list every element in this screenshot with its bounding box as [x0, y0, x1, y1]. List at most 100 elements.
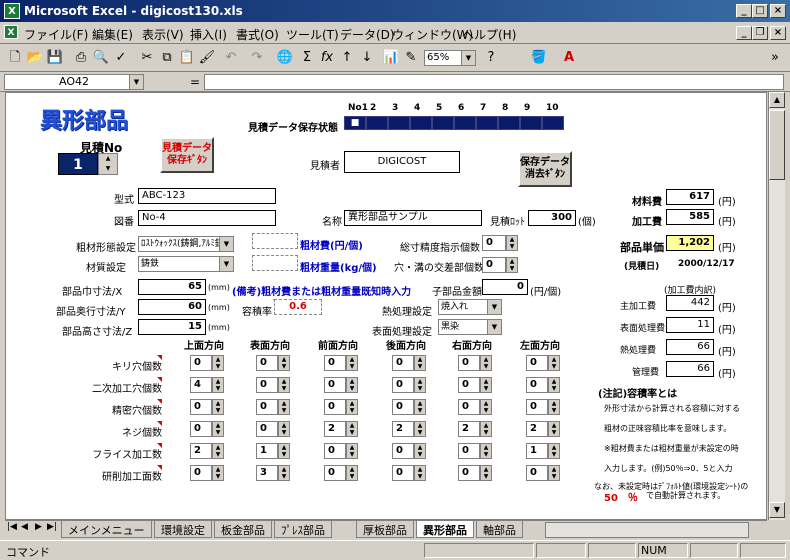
count-spinner[interactable]: ▲ ▼ [278, 377, 290, 393]
help-icon[interactable]: ? [482, 49, 500, 67]
menu-view[interactable]: 表示(V) [142, 26, 184, 43]
menu-file[interactable]: ファイル(F) [24, 26, 88, 43]
raw-weight-field[interactable] [252, 255, 298, 271]
count-spinner[interactable]: ▲ ▼ [548, 443, 560, 459]
count-spinner[interactable]: ▲ ▼ [548, 377, 560, 393]
count-spinner[interactable]: ▲ ▼ [414, 377, 426, 393]
spin-down-icon[interactable]: ▼ [549, 473, 559, 480]
count-spinner[interactable]: ▲ ▼ [212, 355, 224, 371]
part-name-field[interactable]: 異形部品サンプル [344, 210, 482, 226]
tab-prev-icon[interactable]: ◀ [21, 522, 28, 532]
spin-up-icon[interactable]: ▲ [415, 444, 425, 451]
slot-cell[interactable] [432, 116, 454, 130]
spin-up-icon[interactable]: ▲ [549, 400, 559, 407]
count-field[interactable]: 2 [526, 421, 548, 437]
spin-up-icon[interactable]: ▲ [279, 356, 289, 363]
count-spinner[interactable]: ▲ ▼ [346, 399, 358, 415]
paste-icon[interactable]: 📋 [178, 49, 196, 67]
menu-data[interactable]: データ(D) [340, 26, 395, 43]
spin-down-icon[interactable]: ▼ [279, 451, 289, 458]
count-field[interactable]: 0 [190, 355, 212, 371]
horizontal-scrollbar[interactable] [545, 522, 749, 538]
count-field[interactable]: 2 [392, 421, 414, 437]
spin-down-icon[interactable]: ▼ [347, 407, 357, 414]
spin-up-icon[interactable]: ▲ [347, 400, 357, 407]
count-spinner[interactable]: ▲ ▼ [278, 443, 290, 459]
size-x-field[interactable]: 65 [138, 279, 206, 295]
worksheet[interactable]: 異形部品 見積データ保存状態 No1 ■ 2 3 4 5 6 7 8 9 10 見積No 1 ▲ ▼ … [5, 92, 767, 520]
count-field[interactable]: 0 [190, 399, 212, 415]
spin-up-icon[interactable]: ▲ [279, 422, 289, 429]
hyperlink-icon[interactable]: 🌐 [276, 49, 294, 67]
count-field[interactable]: 0 [190, 421, 212, 437]
count-spinner[interactable]: ▲ ▼ [480, 421, 492, 437]
count-spinner[interactable]: ▲ ▼ [346, 443, 358, 459]
count-spinner[interactable]: ▲ ▼ [212, 421, 224, 437]
cut-icon[interactable]: ✂ [138, 49, 156, 67]
spin-down-icon[interactable]: ▼ [347, 473, 357, 480]
spin-up-icon[interactable]: ▲ [415, 400, 425, 407]
count-spinner[interactable]: ▲ ▼ [278, 421, 290, 437]
slot-cell[interactable] [542, 116, 564, 130]
toolbar-more-icon[interactable]: » [766, 49, 784, 67]
spin-down-icon[interactable]: ▼ [415, 363, 425, 370]
count-field[interactable]: 0 [324, 355, 346, 371]
count-spinner[interactable]: ▲ ▼ [346, 355, 358, 371]
material-select[interactable]: 鋳鉄 ▼ [138, 256, 234, 272]
save-icon[interactable]: 💾 [46, 49, 64, 67]
spin-down-icon[interactable]: ▼ [415, 473, 425, 480]
count-field[interactable]: 0 [256, 399, 278, 415]
spin-down-icon[interactable]: ▼ [415, 407, 425, 414]
name-box[interactable]: AO42 ▼ [4, 74, 144, 90]
spin-up-icon[interactable]: ▲ [415, 356, 425, 363]
count-spinner[interactable]: ▲ ▼ [346, 465, 358, 481]
close-button[interactable]: × [770, 4, 786, 18]
slot-cell[interactable]: ■ [344, 116, 366, 130]
count-field[interactable]: 0 [256, 421, 278, 437]
spin-up-icon[interactable]: ▲ [415, 378, 425, 385]
save-estimate-button[interactable]: 見積データ 保存ｷﾞﾀﾝ [160, 137, 214, 173]
menu-edit[interactable]: 編集(E) [92, 26, 133, 43]
raw-cost-field[interactable] [252, 233, 298, 249]
spin-up-icon[interactable]: ▲ [549, 422, 559, 429]
spin-up-icon[interactable]: ▲ [279, 444, 289, 451]
spin-down-icon[interactable]: ▼ [279, 473, 289, 480]
spin-down-icon[interactable]: ▼ [415, 429, 425, 436]
count-spinner[interactable]: ▲ ▼ [548, 465, 560, 481]
spin-down-icon[interactable]: ▼ [481, 385, 491, 392]
spin-up-icon[interactable]: ▲ [213, 356, 223, 363]
formula-input[interactable] [204, 74, 784, 90]
tab-5[interactable]: 異形部品 [416, 521, 474, 538]
estimator-field[interactable]: DIGICOST [344, 151, 460, 173]
menu-format[interactable]: 書式(O) [236, 26, 279, 43]
count-field[interactable]: 4 [190, 377, 212, 393]
spin-up-icon[interactable]: ▲ [481, 444, 491, 451]
count-spinner[interactable]: ▲ ▼ [480, 355, 492, 371]
document-icon[interactable]: X [4, 25, 18, 39]
slot-cell[interactable] [520, 116, 542, 130]
count-spinner[interactable]: ▲ ▼ [212, 377, 224, 393]
slot-cell[interactable] [410, 116, 432, 130]
undo-icon[interactable]: ↶ [222, 49, 240, 67]
count-field[interactable]: 0 [526, 377, 548, 393]
precision-count-spinner[interactable]: ▲ ▼ [506, 235, 518, 251]
sort-ascending-icon[interactable]: ↑ [338, 49, 356, 67]
spin-down-icon[interactable]: ▼ [549, 363, 559, 370]
spin-down-icon[interactable]: ▼ [549, 407, 559, 414]
scroll-down-icon[interactable]: ▼ [769, 502, 785, 518]
volume-rate-field[interactable]: 0.6 [274, 299, 322, 315]
count-field[interactable]: 0 [458, 377, 480, 393]
count-spinner[interactable]: ▲ ▼ [212, 443, 224, 459]
spin-down-icon[interactable]: ▼ [507, 243, 517, 250]
spin-down-icon[interactable]: ▼ [549, 385, 559, 392]
tab-0[interactable]: メインメニュー [61, 521, 152, 538]
spin-down-icon[interactable]: ▼ [347, 451, 357, 458]
tab-3[interactable]: ﾌﾟﾚｽ部品 [274, 521, 332, 538]
autosum-icon[interactable]: Σ [298, 49, 316, 67]
count-field[interactable]: 2 [190, 443, 212, 459]
spin-up-icon[interactable]: ▲ [549, 444, 559, 451]
format-painter-icon[interactable]: 🖌 [198, 49, 216, 67]
spin-up-icon[interactable]: ▲ [213, 378, 223, 385]
size-z-field[interactable]: 15 [138, 319, 206, 335]
size-y-field[interactable]: 60 [138, 299, 206, 315]
